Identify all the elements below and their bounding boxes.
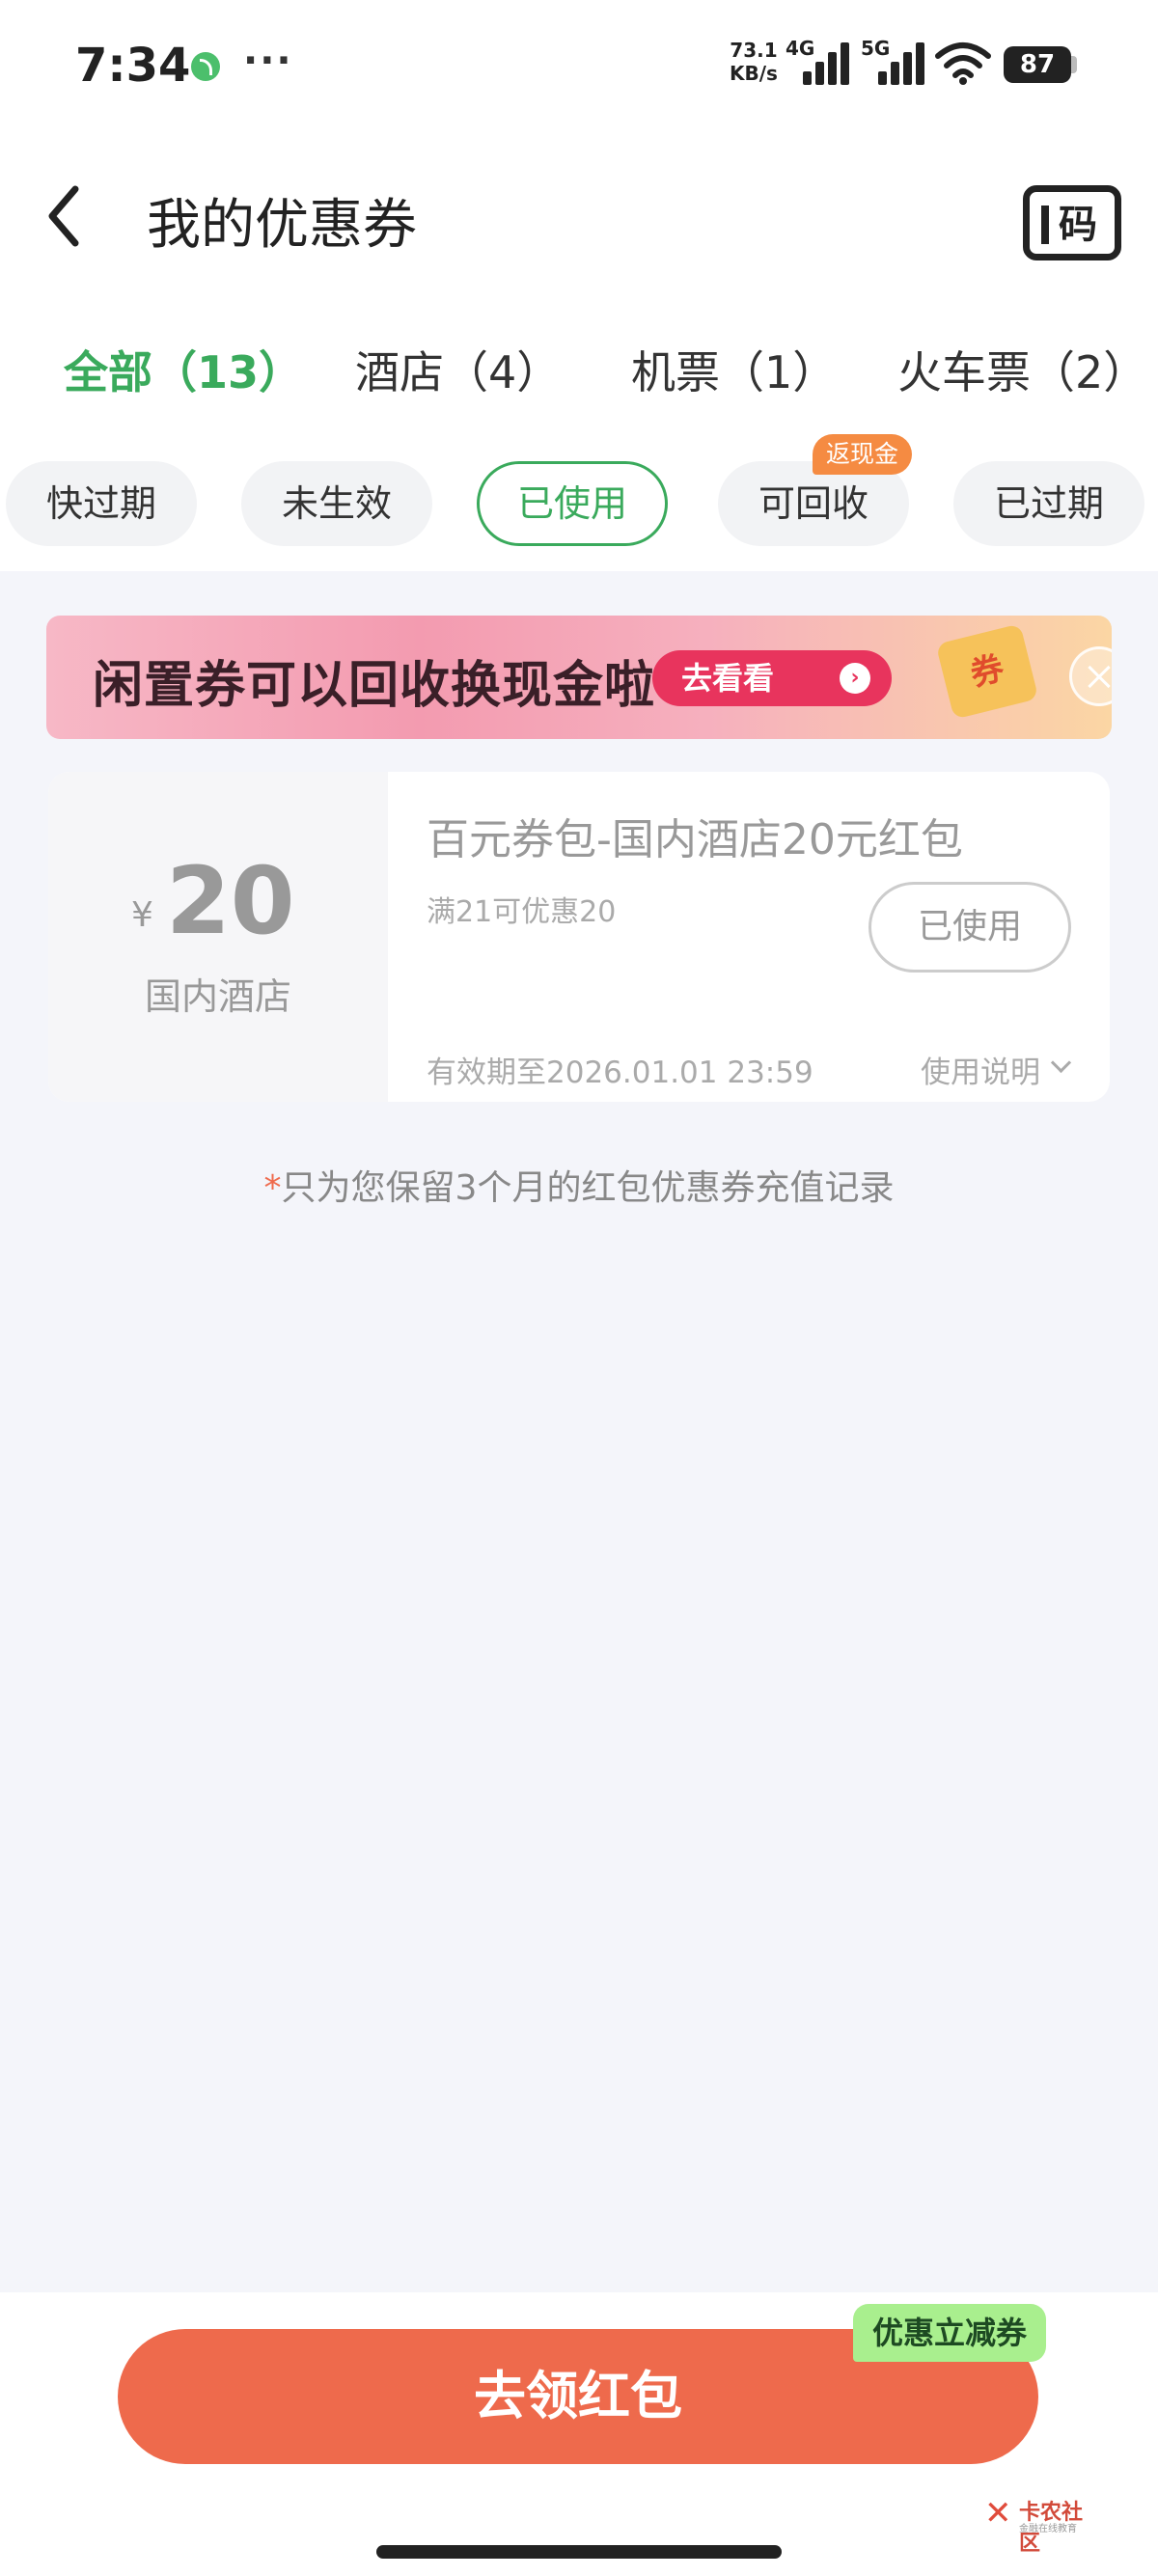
- app-notification-icon: [191, 52, 220, 81]
- coupon-scope: 国内酒店: [144, 975, 291, 1018]
- page-title: 我的优惠券: [147, 194, 417, 257]
- coupon-code-label: 码: [1059, 203, 1097, 247]
- tab-all[interactable]: 全部（13）: [64, 338, 303, 401]
- note-text: 只为您保留3个月的红包优惠券充值记录: [281, 1168, 895, 1208]
- chevron-down-icon[interactable]: [1050, 1052, 1072, 1074]
- arrow-right-icon: ›: [840, 663, 870, 694]
- filter-used[interactable]: 已使用: [477, 461, 668, 546]
- banner-go-label: 去看看: [681, 660, 775, 697]
- discount-tag: 优惠立减券: [853, 2304, 1047, 2362]
- filter-not-active[interactable]: 未生效: [241, 461, 432, 546]
- coupon-card[interactable]: ¥ 20 国内酒店 百元券包-国内酒店20元红包 满21可优惠20 已使用 有效…: [48, 772, 1110, 1102]
- network-speed-unit: KB/s: [730, 62, 778, 85]
- filter-expiring-soon[interactable]: 快过期: [6, 461, 197, 546]
- network-speed: 73.1 KB/s: [730, 39, 778, 85]
- coupon-status-button[interactable]: 已使用: [868, 882, 1071, 973]
- note-asterisk: *: [263, 1168, 282, 1208]
- coupon-ticket-icon: 券: [935, 623, 1039, 720]
- recycle-banner[interactable]: 闲置券可以回收换现金啦 去看看 › 券: [46, 616, 1112, 739]
- coupon-title: 百元券包-国内酒店20元红包: [427, 815, 963, 864]
- banner-close-icon[interactable]: [1069, 646, 1112, 706]
- coupon-code-button[interactable]: 码: [1023, 185, 1121, 260]
- currency-symbol: ¥: [131, 895, 153, 935]
- back-icon[interactable]: [39, 178, 91, 255]
- network-speed-value: 73.1: [730, 39, 778, 62]
- battery-tip: [1071, 56, 1077, 73]
- status-time: 7:34: [75, 39, 191, 93]
- coupon-condition: 满21可优惠20: [427, 895, 617, 929]
- battery-icon: 87: [1004, 46, 1071, 83]
- status-bar: 7:34 ··· 73.1 KB/s 4G 5G 87: [0, 0, 1158, 135]
- filter-expired[interactable]: 已过期: [953, 461, 1144, 546]
- barcode-icon: [1041, 206, 1049, 244]
- signal-icon: [803, 42, 855, 85]
- home-indicator[interactable]: [376, 2545, 782, 2559]
- watermark-subtext: 金融在线教育: [1019, 2524, 1077, 2535]
- coupon-validity: 有效期至2026.01.01 23:59: [427, 1055, 813, 1090]
- bottom-bar: 去领红包 优惠立减券 ✕ 卡农社区 金融在线教育: [0, 2292, 1158, 2576]
- watermark: ✕ 卡农社区 金融在线教育: [984, 2493, 1100, 2556]
- wifi-icon: [935, 42, 991, 85]
- coupon-amount: 20: [166, 847, 295, 955]
- more-notifications-icon: ···: [243, 39, 293, 83]
- banner-text: 闲置券可以回收换现金啦: [93, 657, 656, 715]
- cashback-badge: 返现金: [813, 434, 913, 475]
- tab-hotel[interactable]: 酒店（4）: [355, 338, 561, 401]
- tab-flight[interactable]: 机票（1）: [631, 338, 837, 401]
- coupon-value-panel: ¥ 20 国内酒店: [48, 772, 388, 1102]
- tab-train[interactable]: 火车票（2）: [897, 338, 1147, 401]
- watermark-logo-icon: ✕: [984, 2494, 1012, 2533]
- banner-go-button[interactable]: 去看看 ›: [652, 650, 892, 706]
- signal-icon-2: [878, 42, 930, 85]
- usage-instructions-link[interactable]: 使用说明: [921, 1048, 1040, 1091]
- retention-note: *只为您保留3个月的红包优惠券充值记录: [0, 1160, 1158, 1210]
